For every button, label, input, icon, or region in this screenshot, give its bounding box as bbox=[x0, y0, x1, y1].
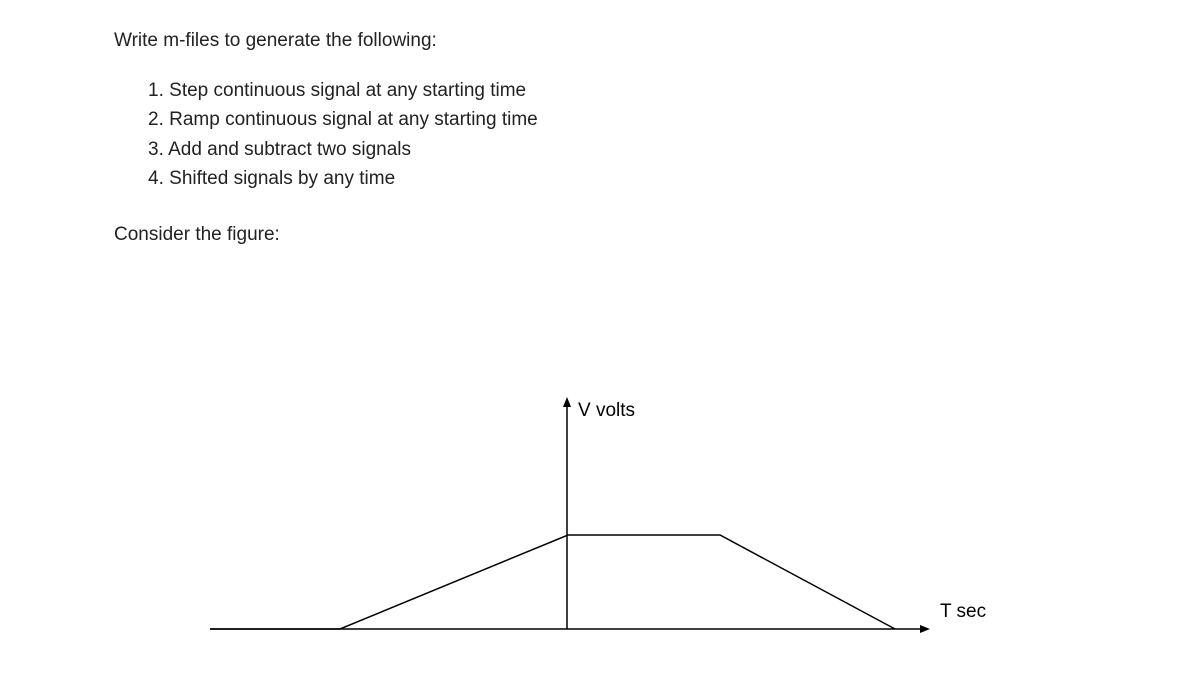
signal-waveform bbox=[210, 535, 895, 629]
x-axis-arrow-icon bbox=[920, 625, 930, 633]
task-list: 1. Step continuous signal at any startin… bbox=[114, 76, 1133, 194]
list-text: Ramp continuous signal at any starting t… bbox=[169, 109, 538, 130]
signal-plot bbox=[0, 395, 1193, 675]
list-text: Shifted signals by any time bbox=[169, 168, 395, 189]
list-text: Step continuous signal at any starting t… bbox=[169, 80, 526, 101]
consider-text: Consider the figure: bbox=[114, 224, 1133, 246]
list-text: Add and subtract two signals bbox=[168, 139, 411, 160]
list-number: 2. bbox=[148, 109, 164, 130]
y-axis-arrow-icon bbox=[563, 397, 571, 407]
list-item: 4. Shifted signals by any time bbox=[148, 164, 1133, 193]
list-number: 3. bbox=[148, 139, 164, 160]
list-number: 1. bbox=[148, 80, 164, 101]
list-item: 2. Ramp continuous signal at any startin… bbox=[148, 105, 1133, 134]
intro-text: Write m-files to generate the following: bbox=[114, 30, 1133, 52]
list-item: 3. Add and subtract two signals bbox=[148, 135, 1133, 164]
list-item: 1. Step continuous signal at any startin… bbox=[148, 76, 1133, 105]
list-number: 4. bbox=[148, 168, 164, 189]
signal-figure: V volts T sec bbox=[0, 395, 1193, 675]
